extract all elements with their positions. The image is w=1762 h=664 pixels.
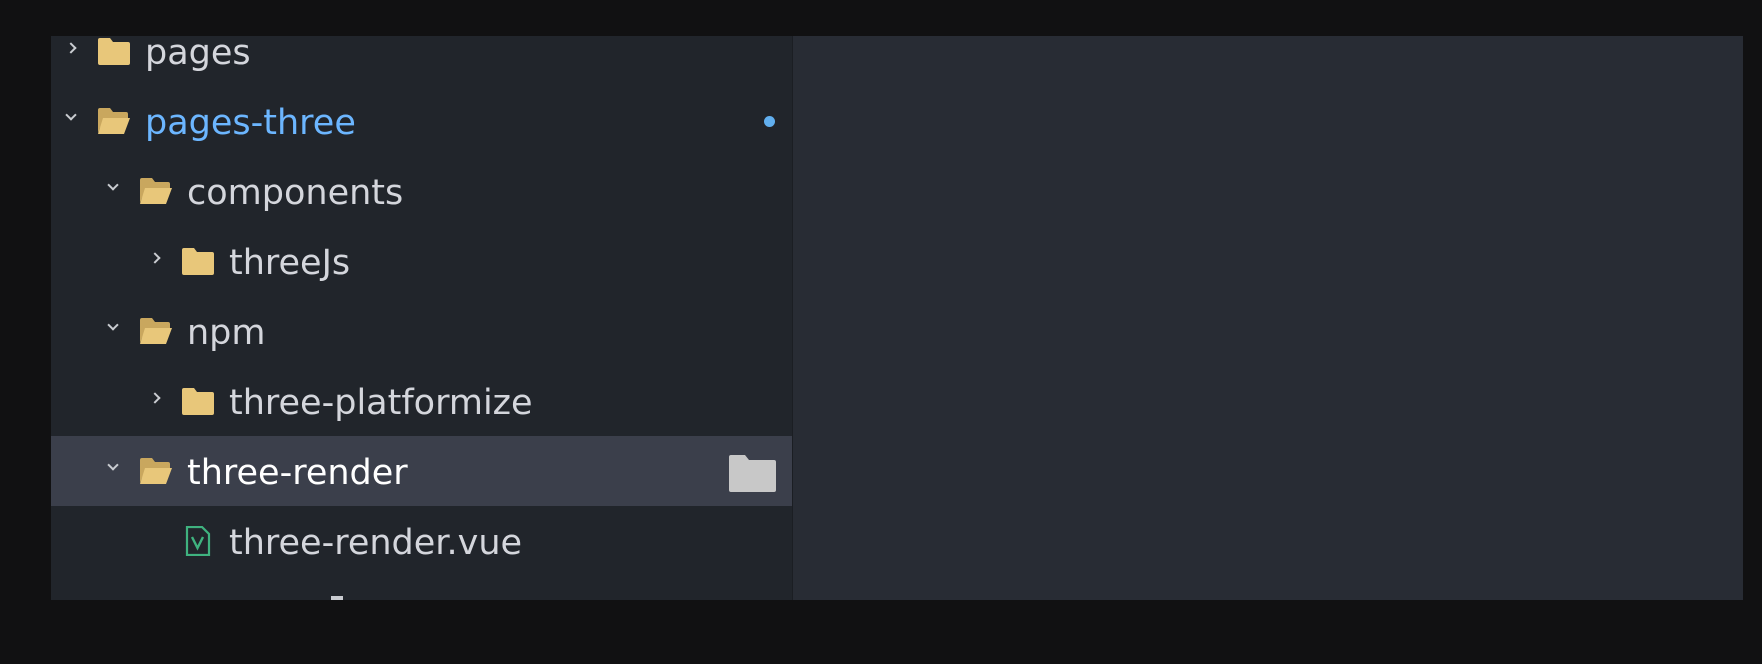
modified-indicator: [764, 116, 775, 127]
truncated-tree-item: [331, 596, 343, 600]
tree-item-components[interactable]: components: [51, 156, 792, 226]
tree-item-label: pages-three: [145, 103, 356, 143]
folder-open-icon: [140, 178, 172, 204]
tree-item-three-platformize[interactable]: three-platformize: [51, 366, 792, 436]
tree-item-three-render-vue[interactable]: three-render.vue: [51, 506, 792, 576]
folder-icon: [182, 388, 214, 415]
chevron-down-icon[interactable]: [107, 459, 119, 471]
chevron-right-icon[interactable]: [65, 42, 77, 54]
vue-file-icon: [185, 526, 211, 556]
tree-item-three-render[interactable]: three-render: [51, 436, 792, 506]
folder-open-icon: [140, 318, 172, 344]
editor-area: [792, 36, 1743, 600]
folder-icon: [98, 38, 130, 65]
tree-item-threejs[interactable]: threeJs: [51, 226, 792, 296]
file-explorer: pages pages-three components threeJs npm…: [51, 36, 792, 600]
tree-item-pages[interactable]: pages: [51, 36, 792, 86]
tree-item-label: components: [187, 173, 404, 213]
new-folder-icon[interactable]: [728, 453, 777, 493]
editor-window: pages pages-three components threeJs npm…: [51, 36, 1743, 600]
tree-item-npm[interactable]: npm: [51, 296, 792, 366]
tree-item-label: three-platformize: [229, 383, 533, 423]
folder-open-icon: [98, 108, 130, 134]
tree-item-label: three-render.vue: [229, 523, 523, 563]
chevron-down-icon[interactable]: [107, 319, 119, 331]
tree-item-label: pages: [145, 36, 251, 73]
chevron-down-icon[interactable]: [65, 109, 77, 121]
tree-item-label: threeJs: [229, 243, 351, 283]
folder-icon: [182, 248, 214, 275]
chevron-down-icon[interactable]: [107, 179, 119, 191]
chevron-right-icon[interactable]: [149, 252, 161, 264]
folder-open-icon: [140, 458, 172, 484]
chevron-right-icon[interactable]: [149, 392, 161, 404]
tree-item-label: three-render: [187, 453, 408, 493]
tree-item-pages-three[interactable]: pages-three: [51, 86, 792, 156]
tree-item-label: npm: [187, 313, 266, 353]
